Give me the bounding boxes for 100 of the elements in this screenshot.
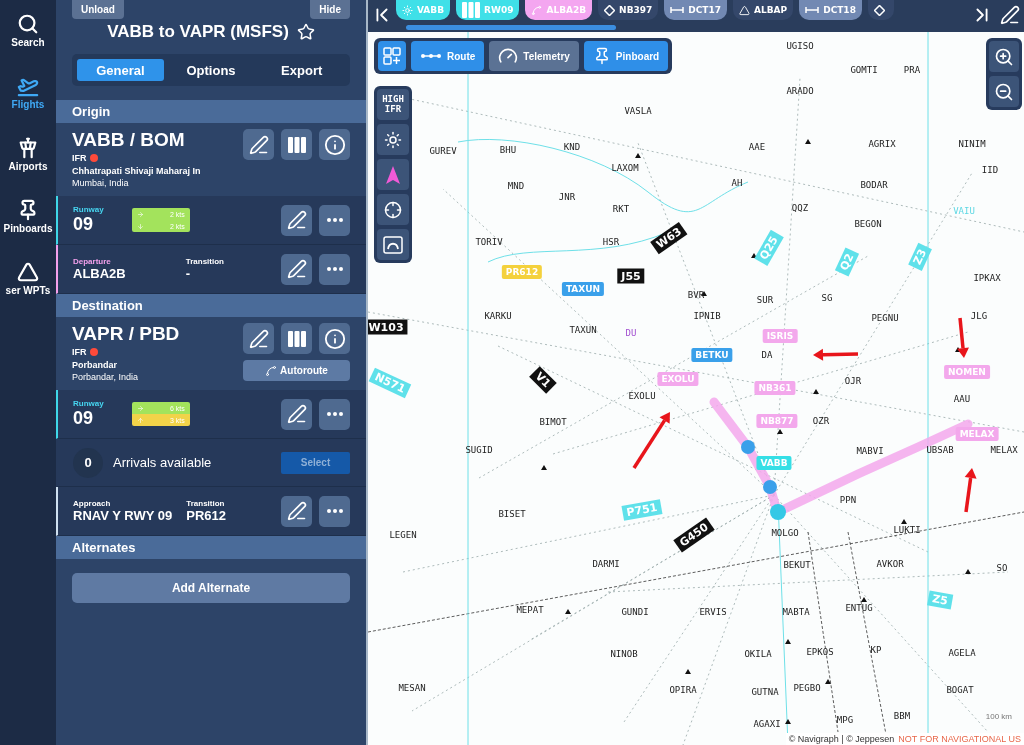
arrow-icon (136, 222, 144, 230)
info-button[interactable] (319, 129, 350, 160)
pencil-icon (286, 210, 307, 230)
fix-label: MOLGO (771, 528, 799, 538)
zoom-out-button[interactable] (989, 76, 1019, 107)
nav-item[interactable]: Flights (0, 62, 56, 110)
nav-item[interactable]: Airports (0, 124, 56, 172)
fix-label: AAE (748, 142, 766, 152)
star-icon[interactable] (296, 23, 315, 41)
edit-button[interactable] (281, 495, 312, 527)
fix-label: BEKUT (783, 560, 811, 570)
diamond-icon (873, 4, 885, 16)
airport-name: Porbandar (72, 360, 118, 370)
fix-label: BISET (498, 509, 526, 519)
route-chip[interactable]: DCT17 (664, 0, 728, 20)
waypoint-badge[interactable]: ISRIS (762, 329, 798, 343)
fix-label: BODAR (860, 180, 888, 190)
route-chip[interactable]: ALBA2B (525, 0, 593, 20)
map-mode-button[interactable]: Route (411, 41, 485, 71)
charts-button[interactable] (281, 323, 312, 354)
airport-icon (402, 4, 413, 16)
fix-label: LEGEN (389, 530, 417, 540)
map-mode-button[interactable]: Pinboard (583, 41, 669, 71)
fix-label: IID (981, 165, 999, 175)
route-chip[interactable]: NB397 (598, 0, 659, 20)
attribution: © Navigraph | © Jeppesen (788, 734, 895, 744)
more-button[interactable] (319, 495, 350, 527)
arc-button[interactable] (377, 229, 409, 260)
fix-label: DA (761, 350, 773, 360)
fix-label: TAXUN (569, 325, 597, 335)
pencil-icon (286, 501, 307, 521)
transition-label: Transition (185, 257, 224, 266)
autoroute-button[interactable]: Autoroute (243, 360, 350, 381)
crosshair-icon (384, 200, 402, 219)
nav-item[interactable]: ser WPTs (0, 248, 56, 296)
charts-button[interactable] (281, 129, 312, 160)
edit-button[interactable] (243, 129, 274, 160)
fix-label: OJR (844, 376, 862, 386)
zoom-in-button[interactable] (989, 41, 1019, 72)
unload-button[interactable]: Unload (72, 0, 124, 19)
fix-label: DARMI (592, 559, 620, 569)
waypoint-badge[interactable]: MELAX (955, 427, 999, 441)
route-chip[interactable]: ALBAP (733, 0, 794, 20)
runway-label: Runway (73, 205, 104, 214)
arrow-icon (136, 404, 144, 412)
fix-label: UBSAB (926, 445, 954, 455)
fix-label: BHU (499, 145, 517, 155)
fix-label: NINOB (610, 649, 638, 659)
hide-button[interactable]: Hide (310, 0, 350, 19)
fix-label: BOGAT (946, 685, 974, 695)
fix-label: IPNIB (693, 311, 721, 321)
more-button[interactable] (319, 253, 350, 285)
procedure-icon (531, 4, 543, 16)
edit-button[interactable] (281, 253, 312, 285)
route-chip[interactable]: DCT18 (799, 0, 862, 20)
more-button[interactable] (319, 204, 350, 236)
waypoint-badge[interactable]: TAXUN (561, 282, 605, 296)
waypoint-badge[interactable]: NB877 (756, 414, 798, 428)
gauge-icon (498, 46, 519, 66)
fix-label: JLG (970, 311, 988, 321)
sun-icon (384, 130, 402, 149)
map-mode-button[interactable]: Telemetry (489, 41, 579, 71)
tab[interactable]: Options (167, 59, 255, 81)
procedure-value: RNAV Y RWY 09 (73, 508, 173, 523)
info-button[interactable] (319, 323, 350, 354)
procedure-value: ALBA2B (73, 266, 126, 281)
add-alternate-button[interactable]: Add Alternate (72, 573, 350, 603)
center-button[interactable] (377, 194, 409, 225)
waypoint-badge[interactable]: BETKU (691, 348, 733, 362)
route-icon (420, 53, 442, 59)
edit-button[interactable] (281, 398, 312, 430)
waypoint-badge[interactable]: NB361 (754, 381, 796, 395)
layer-button[interactable]: HIGH IFR (377, 89, 409, 120)
route-icon (265, 364, 278, 377)
layout-button[interactable] (378, 41, 406, 71)
fix-label: MND (507, 181, 525, 191)
route-chip[interactable] (867, 0, 894, 20)
nav-item[interactable]: Pinboards (0, 186, 56, 234)
zoom-out-icon (994, 81, 1014, 102)
transition-label: Transition (186, 499, 226, 508)
more-button[interactable] (319, 398, 350, 430)
select-button[interactable]: Select (281, 451, 350, 474)
waypoint-badge[interactable]: NOMEN (944, 365, 990, 379)
tab[interactable]: General (77, 59, 164, 81)
fix-label: BEGON (854, 219, 882, 229)
fix-label: GOMTI (850, 65, 878, 75)
nav-item[interactable]: Search (0, 0, 56, 48)
zoom-in-icon (994, 46, 1014, 67)
arrow-icon (136, 210, 144, 218)
edit-button[interactable] (243, 323, 274, 354)
fix-label: SUGID (465, 445, 493, 455)
procedure-label: Departure (73, 257, 112, 266)
fix-label: ARADO (786, 86, 814, 96)
waypoint-badge[interactable]: EXOLU (657, 372, 699, 386)
brightness-button[interactable] (377, 124, 409, 155)
tab[interactable]: Export (258, 59, 345, 81)
procedure-label: Approach (73, 499, 112, 508)
edit-button[interactable] (281, 204, 312, 236)
airway-tag: J55 (617, 268, 645, 284)
ellipsis-icon (326, 218, 343, 222)
